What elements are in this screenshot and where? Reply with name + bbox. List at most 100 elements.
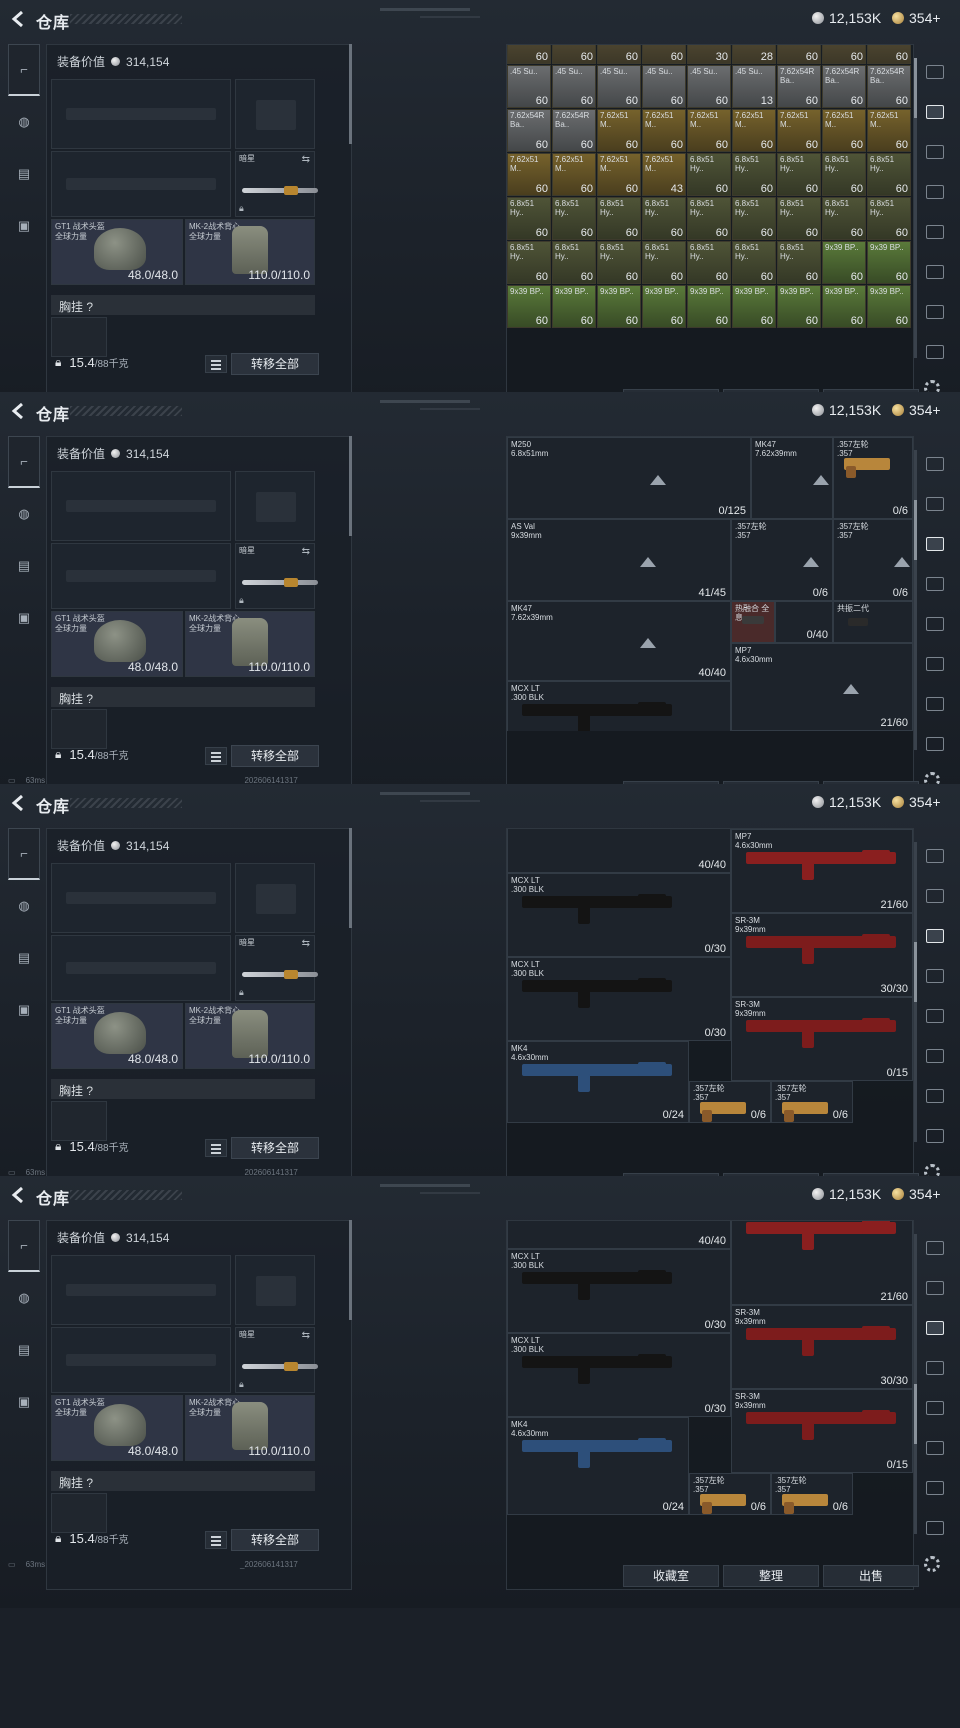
left-scrollbar[interactable] bbox=[349, 1220, 352, 1320]
swap-icon[interactable]: ⇆ bbox=[302, 938, 310, 949]
weapon-item[interactable]: SR-3M 9x39mm 0/15 bbox=[731, 997, 913, 1081]
ammo-item[interactable]: 6.8x51 Hy.. 60 bbox=[867, 153, 911, 196]
ammo-item[interactable]: 30 bbox=[687, 45, 731, 64]
swap-icon[interactable]: ⇆ bbox=[302, 546, 310, 557]
list-view-icon[interactable] bbox=[205, 1531, 227, 1549]
silver-currency[interactable]: 12,153K bbox=[812, 794, 881, 810]
storage-tab[interactable] bbox=[920, 1428, 950, 1468]
left-scrollbar[interactable] bbox=[349, 44, 352, 144]
ammo-item[interactable]: 9x39 BP.. 60 bbox=[552, 285, 596, 328]
ammo-item[interactable]: 9x39 BP.. 60 bbox=[687, 285, 731, 328]
ammo-item[interactable]: 9x39 BP.. 60 bbox=[732, 285, 776, 328]
transfer-all-button[interactable]: 转移全部 bbox=[231, 353, 319, 375]
back-arrow-icon[interactable] bbox=[10, 1186, 28, 1204]
weapon-item[interactable]: MK47 7.62x39mm bbox=[751, 437, 833, 519]
storage-tab[interactable] bbox=[920, 132, 950, 172]
storage-tab[interactable] bbox=[920, 524, 950, 564]
ammo-item[interactable]: 7.62x54R Ba.. 60 bbox=[777, 65, 821, 108]
ammo-item[interactable]: 7.62x54R Ba.. 60 bbox=[507, 109, 551, 152]
favorites-button[interactable]: 收藏室 bbox=[623, 1565, 719, 1587]
weapon-item[interactable]: MP7 4.6x30mm 21/60 bbox=[731, 643, 913, 731]
chest-rig-header[interactable]: 胸挂 ? bbox=[51, 295, 315, 315]
helmet-slot[interactable]: GT1 战术头盔 全球力量 48.0/48.0 bbox=[51, 1003, 183, 1069]
ammo-item[interactable]: 6.8x51 Hy.. 60 bbox=[777, 197, 821, 240]
ammo-item[interactable]: 9x39 BP.. 60 bbox=[777, 285, 821, 328]
ammo-item[interactable]: 9x39 BP.. 60 bbox=[597, 285, 641, 328]
silver-currency[interactable]: 12,153K bbox=[812, 10, 881, 26]
ammo-item[interactable]: 6.8x51 Hy.. 60 bbox=[822, 197, 866, 240]
ammo-item[interactable]: 6.8x51 Hy.. 60 bbox=[777, 241, 821, 284]
weapon-item[interactable]: MP7 4.6x30mm 21/60 bbox=[731, 829, 913, 913]
list-view-icon[interactable] bbox=[205, 355, 227, 373]
storage-tab[interactable] bbox=[920, 52, 950, 92]
ammo-item[interactable]: .45 Su.. 60 bbox=[552, 65, 596, 108]
storage-tab[interactable] bbox=[920, 1268, 950, 1308]
ammo-item[interactable]: 6.8x51 Hy.. 60 bbox=[732, 153, 776, 196]
gold-currency[interactable]: 354+ bbox=[892, 402, 941, 418]
swap-icon[interactable]: ⇆ bbox=[302, 1330, 310, 1341]
ammo-item[interactable]: 9x39 BP.. 60 bbox=[642, 285, 686, 328]
melee-slot[interactable]: 暗星 ⇆ 🔒︎ bbox=[235, 935, 318, 1001]
chest-rig-header[interactable]: 胸挂 ? bbox=[51, 1471, 315, 1491]
weapon-item[interactable]: .357左轮 .357 0/6 bbox=[833, 519, 913, 601]
pistol-slot[interactable] bbox=[235, 79, 315, 149]
storage-scrollbar[interactable] bbox=[914, 58, 917, 358]
secondary-weapon-slot[interactable] bbox=[51, 1327, 231, 1393]
ammo-item[interactable]: 6.8x51 Hy.. 60 bbox=[732, 241, 776, 284]
weapon-item[interactable]: MCX LT .300 BLK 0/30 bbox=[507, 957, 731, 1041]
ammo-item[interactable]: 6.8x51 Hy.. 60 bbox=[687, 153, 731, 196]
gold-currency[interactable]: 354+ bbox=[892, 10, 941, 26]
chest-rig-header[interactable]: 胸挂 ? bbox=[51, 687, 315, 707]
ammo-item[interactable]: 7.62x51 M.. 60 bbox=[777, 109, 821, 152]
storage-tab[interactable] bbox=[920, 1388, 950, 1428]
weapon-item[interactable]: .357左轮 .357 0/6 bbox=[731, 519, 833, 601]
chest-rig-slot[interactable] bbox=[51, 1493, 107, 1533]
sell-button[interactable]: 出售 bbox=[823, 1565, 919, 1587]
ammo-item[interactable]: 7.62x54R Ba.. 60 bbox=[552, 109, 596, 152]
ammo-item[interactable]: 7.62x51 M.. 60 bbox=[822, 109, 866, 152]
vest-slot[interactable]: MK-2战术背心 全球力量 110.0/110.0 bbox=[185, 1395, 315, 1461]
storage-scrollbar[interactable] bbox=[914, 842, 917, 1142]
ammo-item[interactable]: 7.62x54R Ba.. 60 bbox=[822, 65, 866, 108]
melee-slot[interactable]: 暗星 ⇆ 🔒︎ bbox=[235, 543, 318, 609]
ammo-item[interactable]: 6.8x51 Hy.. 60 bbox=[597, 241, 641, 284]
ammo-item[interactable]: 6.8x51 Hy.. 60 bbox=[687, 241, 731, 284]
ammo-item[interactable]: 60 bbox=[507, 45, 551, 64]
ammo-item[interactable]: 7.62x51 M.. 43 bbox=[642, 153, 686, 196]
pistol-slot[interactable] bbox=[235, 863, 315, 933]
tab-helmet[interactable]: ◍ bbox=[8, 880, 40, 932]
storage-tab[interactable] bbox=[920, 996, 950, 1036]
storage-tab[interactable] bbox=[920, 1508, 950, 1548]
ammo-item[interactable]: 6.8x51 Hy.. 60 bbox=[507, 197, 551, 240]
weapon-item[interactable]: 0/40 bbox=[775, 601, 833, 643]
weapon-item[interactable]: 40/40 bbox=[507, 1221, 731, 1249]
secondary-weapon-slot[interactable] bbox=[51, 151, 231, 217]
back-arrow-icon[interactable] bbox=[10, 794, 28, 812]
storage-tab[interactable] bbox=[920, 1116, 950, 1156]
chest-rig-slot[interactable] bbox=[51, 1101, 107, 1141]
storage-scrollbar[interactable] bbox=[914, 1234, 917, 1534]
weapon-item[interactable]: .357左轮 .357 0/6 bbox=[833, 437, 913, 519]
tab-clipboard[interactable]: ▤ bbox=[8, 1324, 40, 1376]
melee-slot[interactable]: 暗星 ⇆ 🔒︎ bbox=[235, 151, 318, 217]
weapon-item[interactable]: 21/60 bbox=[731, 1221, 913, 1305]
scroll-thumb[interactable] bbox=[914, 500, 917, 560]
ammo-item[interactable]: 9x39 BP.. 60 bbox=[867, 241, 911, 284]
tab-gun[interactable]: ⌐ bbox=[8, 1220, 40, 1272]
chest-rig-header[interactable]: 胸挂 ? bbox=[51, 1079, 315, 1099]
pistol-slot[interactable] bbox=[235, 1255, 315, 1325]
scroll-thumb[interactable] bbox=[914, 58, 917, 118]
storage-tab[interactable] bbox=[920, 1228, 950, 1268]
storage-tab[interactable] bbox=[920, 684, 950, 724]
weapon-item[interactable]: MCX LT .300 BLK 0/30 bbox=[507, 873, 731, 957]
tab-briefcase[interactable]: ▣ bbox=[8, 984, 40, 1036]
tab-clipboard[interactable]: ▤ bbox=[8, 540, 40, 592]
storage-tab[interactable] bbox=[920, 564, 950, 604]
storage-scrollbar[interactable] bbox=[914, 450, 917, 750]
ammo-item[interactable]: 6.8x51 Hy.. 60 bbox=[552, 241, 596, 284]
storage-tab[interactable] bbox=[920, 292, 950, 332]
weapon-item[interactable]: M250 6.8x51mm 0/125 bbox=[507, 437, 751, 519]
tab-gun[interactable]: ⌐ bbox=[8, 436, 40, 488]
weapon-item[interactable]: MCX LT .300 BLK 0/30 bbox=[507, 1249, 731, 1333]
secondary-weapon-slot[interactable] bbox=[51, 935, 231, 1001]
